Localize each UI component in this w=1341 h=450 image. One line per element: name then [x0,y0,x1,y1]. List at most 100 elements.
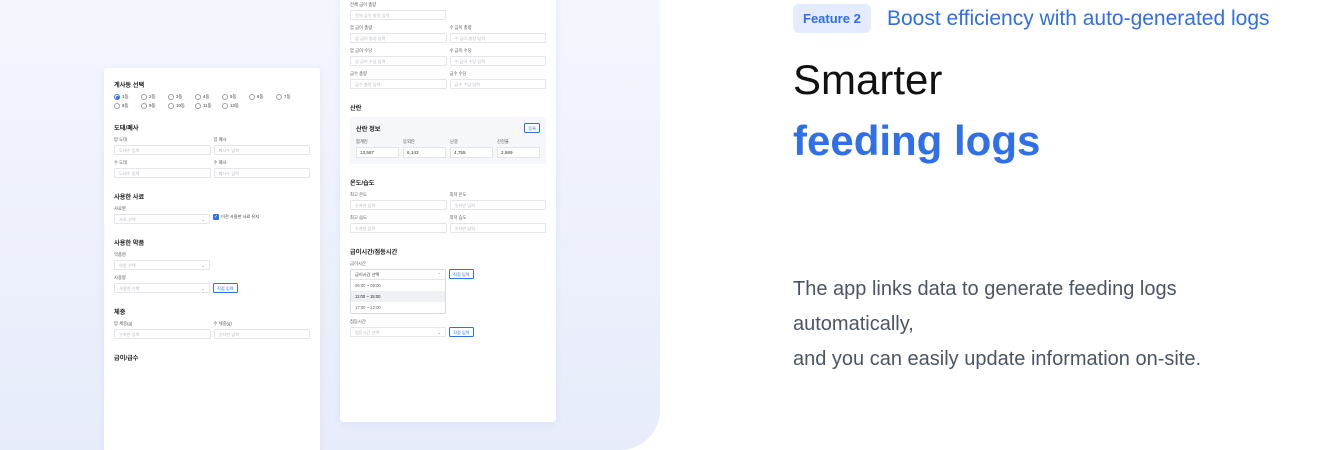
light-time-label: 점등시간 [350,319,366,324]
cage-radio-option[interactable]: 12동 [222,103,243,109]
chevron-down-icon: ⌄ [201,285,205,291]
medicine-select[interactable]: 약품 선택 ⌄ [114,260,210,270]
laying-stat-label: 등외란 [403,139,415,144]
radio-button-icon [114,103,120,109]
medicine-name-label: 약품명 [114,252,126,257]
cage-radio-label: 1동 [122,94,129,99]
laying-info-panel: 산란 정보 등록 합계란 13,587 등외란 6,143 난중 4,755 산란율 2,68… [350,117,546,164]
cage-radio-option[interactable]: 11동 [195,103,216,109]
medicine-amount-label: 사용량 [114,275,126,280]
log-form-card-right: 전체 급이 총량 전체 급이 총량 입력 암 급이 총량 암 급이 총량 입력 … [340,0,556,422]
laying-stat-label: 합계란 [356,139,368,144]
male-death-label: 수 폐사 [213,160,227,165]
medicine-amount-value: 사용량 선택 [119,285,140,291]
female-feed-qty-label: 암 급이 수당 [350,48,373,53]
feed-time-options: 06:00 ~ 09:00 11:00 ~ 15:00 17:00 ~ 22:00 [351,280,445,313]
water-total-input[interactable]: 급수 총량 입력 [350,79,447,89]
feed-time-dropdown[interactable]: 급이시간 선택 ⌃ 06:00 ~ 09:00 11:00 ~ 15:00 17:0… [350,269,446,314]
male-weight-input[interactable]: 숫자만 입력 [213,329,310,339]
medicine-amount-select[interactable]: 사용량 선택 ⌄ [114,283,210,293]
cage-radio-option[interactable]: 4동 [195,94,216,100]
laying-stat-value: 6,143 [403,147,446,158]
headline-line-1: Smarter [793,56,943,103]
male-feed-total-label: 수 급이 총량 [449,25,472,30]
radio-button-icon [168,94,174,100]
cage-radio-option[interactable]: 1동 [114,94,135,100]
description-line: and you can easily update information on… [793,348,1202,370]
female-feed-qty-input[interactable]: 암 급이 수당 입력 [350,56,447,66]
description-line: automatically, [793,313,914,335]
feed-time-direct-input-button[interactable]: 직접 입력 [449,269,474,279]
min-temp-input[interactable]: 숫자만 입력 [449,200,546,210]
male-feed-total-input[interactable]: 수 급이 총량 입력 [449,33,546,43]
feature-badge: Feature 2 [793,4,871,33]
female-death-input[interactable]: 폐사수 입력 [213,145,310,155]
female-weight-input[interactable]: 숫자만 입력 [114,329,211,339]
female-cull-label: 암 도태 [114,137,128,142]
light-time-select[interactable]: 점등시간 선택 ⌄ [350,327,446,337]
feed-time-option[interactable]: 17:00 ~ 22:00 [351,302,445,313]
radio-button-icon [195,103,201,109]
laying-stat: 등외란 6,143 [403,139,446,158]
cage-radio-label: 6동 [257,94,264,99]
feed-section-title: 사용한 사료 [114,194,145,201]
female-feed-total-input[interactable]: 암 급이 총량 입력 [350,33,447,43]
male-death-input[interactable]: 폐사수 입력 [213,168,310,178]
cage-radio-label: 9동 [149,103,156,108]
max-humidity-input[interactable]: 숫자만 입력 [350,223,447,233]
cage-radio-option[interactable]: 3동 [168,94,189,100]
feed-select[interactable]: 사료 선택 ⌄ [114,214,210,224]
cage-radio-option[interactable]: 8동 [114,103,135,109]
climate-section-title: 온도/습도 [350,180,375,187]
feed-time-option[interactable]: 06:00 ~ 09:00 [351,280,445,291]
min-temp-label: 최저 온도 [449,192,467,197]
weight-section-title: 체중 [114,309,126,316]
radio-button-icon [276,94,282,100]
cage-radio-label: 12동 [230,103,239,108]
light-time-select-value: 점등시간 선택 [355,329,380,335]
laying-stat: 산란율 2,689 [497,139,540,158]
female-cull-input[interactable]: 도태수 입력 [114,145,211,155]
medicine-section-title: 사용한 약품 [114,240,145,247]
male-feed-qty-input[interactable]: 수 급이 수당 입력 [449,56,546,66]
cage-radio-option[interactable]: 2동 [141,94,162,100]
keep-feed-checkbox[interactable]: ✓ 이전 사용한 사료 유지 [213,214,259,220]
chevron-up-icon: ⌃ [437,271,441,277]
cage-radio-option[interactable]: 10동 [168,103,189,109]
cage-radio-option[interactable]: 6동 [249,94,270,100]
cage-section-title: 계사동 선택 [114,82,145,89]
cage-radio-option[interactable]: 9동 [141,103,162,109]
female-weight-label: 암 체중(g) [114,321,133,326]
laying-stat: 난중 4,755 [450,139,493,158]
laying-stat-value: 13,587 [356,147,399,158]
cage-radio-label: 8동 [122,103,129,108]
schedule-section-title: 급이시간/점등시간 [350,249,398,256]
radio-button-icon [222,94,228,100]
medicine-direct-input-button[interactable]: 직접 입력 [213,283,238,293]
max-humidity-label: 최고 습도 [350,215,368,220]
cage-radio-label: 11동 [203,103,212,108]
cage-radio-label: 7동 [284,94,291,99]
feed-time-option[interactable]: 11:00 ~ 15:00 [351,291,445,302]
max-temp-input[interactable]: 숫자만 입력 [350,200,447,210]
female-death-label: 암 폐사 [213,137,227,142]
radio-button-icon [168,103,174,109]
water-qty-input[interactable]: 급수 수당 입력 [449,79,546,89]
feature-kicker: Boost efficiency with auto-generated log… [887,7,1270,30]
total-feed-input[interactable]: 전체 급이 총량 입력 [350,10,446,20]
radio-button-icon [195,94,201,100]
cage-radio-option[interactable]: 7동 [276,94,297,100]
radio-button-icon [249,94,255,100]
male-cull-input[interactable]: 도태수 입력 [114,168,211,178]
laying-panel-title: 산란 정보 [356,125,381,133]
headline-line-2: feeding logs [793,117,1041,164]
laying-register-button[interactable]: 등록 [524,123,540,133]
feed-time-select[interactable]: 급이시간 선택 ⌃ [351,270,445,280]
female-feed-total-label: 암 급이 총량 [350,25,373,30]
cage-radio-label: 3동 [176,94,183,99]
light-time-direct-input-button[interactable]: 직접 입력 [449,327,474,337]
total-feed-label: 전체 급이 총량 [350,2,377,7]
cage-radio-option[interactable]: 5동 [222,94,243,100]
min-humidity-input[interactable]: 숫자만 입력 [449,223,546,233]
laying-stat: 합계란 13,587 [356,139,399,158]
